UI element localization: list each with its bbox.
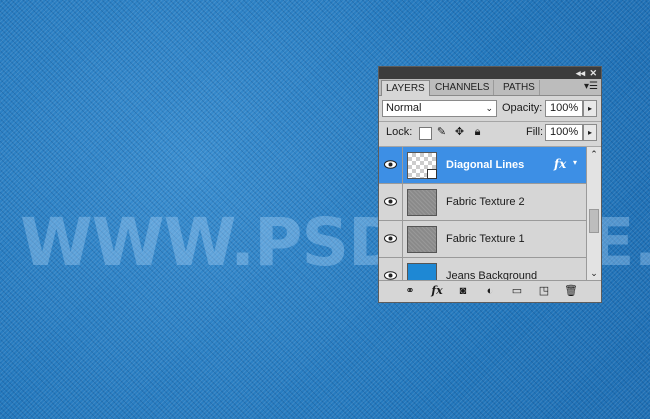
eye-icon	[384, 271, 397, 280]
eye-icon	[384, 197, 397, 206]
layer-name[interactable]: Jeans Background	[446, 270, 537, 280]
tab-channels[interactable]: CHANNELS	[431, 80, 495, 95]
opacity-label: Opacity:	[502, 102, 543, 114]
new-layer-icon[interactable]: ◳	[536, 284, 552, 298]
panel-bottom-toolbar: ⚭ fx ◙ ◐ ▭ ◳ 🗑︎	[379, 280, 601, 302]
layers-scrollbar[interactable]: ⌃ ⌄	[586, 147, 601, 280]
visibility-toggle[interactable]	[379, 258, 403, 280]
close-icon[interactable]: ✕	[589, 67, 597, 79]
tab-paths[interactable]: PATHS	[499, 80, 540, 95]
smart-object-icon: ▪	[427, 169, 437, 179]
mask-icon[interactable]: ◙	[455, 284, 471, 298]
layer-thumbnail[interactable]	[407, 189, 437, 216]
chevron-down-icon[interactable]: ⌄	[587, 266, 601, 280]
opacity-input[interactable]: 100%	[545, 100, 583, 117]
visibility-toggle[interactable]	[379, 184, 403, 220]
lock-move-icon[interactable]: ✥	[454, 127, 465, 138]
lock-label: Lock:	[386, 126, 413, 138]
layer-name[interactable]: Diagonal Lines	[446, 159, 524, 171]
visibility-toggle[interactable]	[379, 221, 403, 257]
expand-effects-icon[interactable]: ▾	[573, 158, 577, 167]
layers-panel: ◂◂ ✕ LAYERS CHANNELS PATHS ▾☰ Normal ⌄ O…	[378, 66, 602, 303]
lock-transparency-icon[interactable]	[419, 127, 432, 140]
panel-titlebar[interactable]: ◂◂ ✕	[379, 67, 601, 79]
fill-input[interactable]: 100%	[545, 124, 583, 141]
visibility-toggle[interactable]	[379, 147, 403, 183]
layer-name[interactable]: Fabric Texture 1	[446, 233, 525, 245]
fill-slider-button[interactable]: ▸	[583, 124, 597, 141]
layer-row-fabric-texture-2[interactable]: Fabric Texture 2	[379, 184, 586, 221]
adjustment-icon[interactable]: ◐	[482, 284, 498, 298]
lock-brush-icon[interactable]: ✎	[436, 127, 447, 138]
fx-icon[interactable]: fx	[554, 157, 566, 171]
chevron-down-icon: ⌄	[485, 103, 493, 113]
fill-label: Fill:	[526, 126, 544, 138]
blend-mode-value: Normal	[386, 102, 422, 114]
panel-tabs: LAYERS CHANNELS PATHS ▾☰	[379, 79, 601, 96]
layer-row-diagonal-lines[interactable]: ▪ Diagonal Lines fx ▾	[379, 147, 586, 184]
layer-row-fabric-texture-1[interactable]: Fabric Texture 1	[379, 221, 586, 258]
lock-row: Lock: ✎ ✥ 🔒︎ Fill: 100% ▸	[379, 122, 601, 144]
tab-layers[interactable]: LAYERS	[381, 80, 430, 96]
layer-thumbnail[interactable]	[407, 263, 437, 280]
scrollbar-thumb[interactable]	[589, 209, 599, 233]
chevron-up-icon[interactable]: ⌃	[587, 147, 601, 161]
blend-row: Normal ⌄ Opacity: 100% ▸	[379, 98, 601, 120]
opacity-slider-button[interactable]: ▸	[583, 100, 597, 117]
eye-icon	[384, 160, 397, 169]
fx-icon[interactable]: fx	[428, 284, 446, 298]
trash-icon[interactable]: 🗑︎	[563, 284, 579, 298]
link-icon[interactable]: ⚭	[401, 284, 419, 298]
blend-mode-select[interactable]: Normal ⌄	[382, 100, 497, 117]
panel-menu-icon[interactable]: ▾☰	[584, 81, 598, 92]
layer-name[interactable]: Fabric Texture 2	[446, 196, 525, 208]
layers-list: ▪ Diagonal Lines fx ▾ Fabric Texture 2 F…	[379, 147, 586, 280]
folder-icon[interactable]: ▭	[509, 284, 525, 298]
eye-icon	[384, 234, 397, 243]
layer-thumbnail[interactable]	[407, 226, 437, 253]
lock-all-icon[interactable]: 🔒︎	[472, 127, 483, 138]
double-arrow-icon[interactable]: ◂◂	[576, 67, 585, 79]
layer-thumbnail[interactable]: ▪	[407, 152, 437, 179]
layer-row-jeans-background[interactable]: Jeans Background	[379, 258, 586, 280]
